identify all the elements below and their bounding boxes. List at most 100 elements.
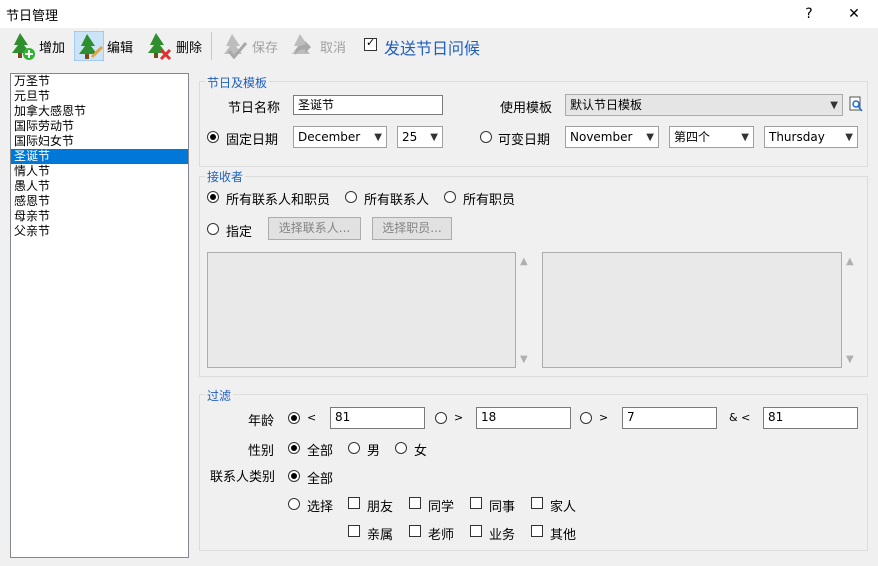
save-icon	[224, 34, 248, 60]
fixed-month-select[interactable]: December ▼	[293, 126, 387, 148]
contacts-list-box[interactable]	[207, 252, 516, 368]
gender-male-radio[interactable]	[348, 442, 360, 454]
holiday-template-title: 节日及模板	[205, 74, 270, 91]
type-colleague-checkbox[interactable]	[470, 497, 482, 509]
save-button[interactable]: 保存	[219, 30, 278, 62]
age-lt-radio[interactable]	[288, 412, 300, 424]
cancel-label: 取消	[320, 40, 347, 56]
template-select[interactable]: 默认节日模板 ▼	[565, 94, 843, 116]
gender-female-radio[interactable]	[395, 442, 407, 454]
holiday-list[interactable]: 万圣节 元旦节 加拿大感恩节 国际劳动节 国际妇女节 圣诞节 情人节 愚人节 感…	[10, 73, 189, 558]
chevron-down-icon: ▼	[830, 100, 838, 111]
age-range-and-lt-symbol: & <	[729, 411, 751, 424]
age-lt-input[interactable]: 81	[330, 407, 425, 429]
age-lt-symbol: <	[307, 411, 317, 424]
scroll-down-icon[interactable]: ▼	[846, 354, 854, 365]
holiday-name-input[interactable]: 圣诞节	[293, 95, 443, 115]
type-other-checkbox[interactable]	[531, 525, 543, 537]
all-contacts-radio[interactable]	[345, 191, 357, 203]
fixed-date-radio[interactable]	[207, 131, 219, 143]
gender-male-label: 男	[367, 444, 381, 459]
var-weekday-select[interactable]: Thursday ▼	[764, 126, 858, 148]
type-family-checkbox[interactable]	[531, 497, 543, 509]
all-contacts-staff-radio[interactable]	[207, 191, 219, 203]
type-classmate-checkbox[interactable]	[409, 497, 421, 509]
save-label: 保存	[252, 40, 279, 56]
holiday-item[interactable]: 愚人节	[11, 179, 188, 194]
gender-all-label: 全部	[307, 444, 334, 459]
var-week-select[interactable]: 第四个 ▼	[669, 126, 754, 148]
holiday-item[interactable]: 父亲节	[11, 224, 188, 239]
var-month-value: November	[570, 130, 633, 144]
type-colleague-label: 同事	[489, 500, 516, 515]
all-contacts-label: 所有联系人	[364, 193, 430, 208]
type-all-radio[interactable]	[288, 470, 300, 482]
chevron-down-icon: ▼	[845, 132, 853, 143]
holiday-item[interactable]: 元旦节	[11, 89, 188, 104]
age-range-min-input[interactable]: 7	[622, 407, 717, 429]
type-business-label: 业务	[489, 528, 516, 543]
age-gt-input[interactable]: 18	[476, 407, 571, 429]
specify-radio[interactable]	[207, 223, 219, 235]
holiday-item[interactable]: 母亲节	[11, 209, 188, 224]
scroll-down-icon[interactable]: ▼	[520, 354, 528, 365]
variable-date-radio[interactable]	[480, 131, 492, 143]
add-button[interactable]: 增加	[6, 30, 65, 62]
contact-type-label: 联系人类别	[210, 470, 276, 485]
type-friend-checkbox[interactable]	[348, 497, 360, 509]
holiday-item[interactable]: 情人节	[11, 164, 188, 179]
delete-tree-icon	[148, 33, 172, 61]
type-business-checkbox[interactable]	[470, 525, 482, 537]
type-teacher-label: 老师	[428, 528, 455, 543]
delete-button[interactable]: 删除	[143, 30, 202, 62]
var-weekday-value: Thursday	[769, 130, 825, 144]
fixed-day-value: 25	[402, 130, 418, 144]
type-other-label: 其他	[550, 528, 577, 543]
template-preview-icon[interactable]	[849, 96, 863, 112]
all-staff-label: 所有职员	[463, 193, 516, 208]
chevron-down-icon: ▼	[646, 132, 654, 143]
age-range-radio[interactable]	[580, 412, 592, 424]
holiday-item[interactable]: 国际劳动节	[11, 119, 188, 134]
type-relative-checkbox[interactable]	[348, 525, 360, 537]
close-button[interactable]: ✕	[841, 4, 867, 24]
cancel-button[interactable]: 取消	[287, 30, 346, 62]
add-label: 增加	[39, 40, 66, 56]
holiday-item-selected[interactable]: 圣诞节	[11, 149, 188, 164]
send-greeting-checkbox[interactable]	[364, 36, 377, 51]
choose-staff-button[interactable]: 选择职员...	[372, 217, 452, 240]
holiday-item[interactable]: 国际妇女节	[11, 134, 188, 149]
age-range-max-input[interactable]: 81	[763, 407, 858, 429]
age-gt-symbol: >	[454, 411, 464, 424]
toolbar-separator	[211, 32, 212, 60]
gender-female-label: 女	[414, 444, 428, 459]
gender-label: 性别	[248, 444, 275, 459]
help-button[interactable]: ?	[796, 4, 822, 24]
variable-date-label: 可变日期	[498, 133, 551, 148]
gender-all-radio[interactable]	[288, 442, 300, 454]
scroll-up-icon[interactable]: ▲	[846, 256, 854, 267]
choose-contacts-button[interactable]: 选择联系人...	[268, 217, 361, 240]
fixed-day-select[interactable]: 25 ▼	[397, 126, 443, 148]
template-label: 使用模板	[500, 101, 553, 116]
holiday-item[interactable]: 感恩节	[11, 194, 188, 209]
fixed-date-label: 固定日期	[226, 133, 279, 148]
var-month-select[interactable]: November ▼	[565, 126, 659, 148]
edit-button[interactable]: 编辑	[74, 30, 133, 62]
fixed-month-value: December	[298, 130, 361, 144]
type-teacher-checkbox[interactable]	[409, 525, 421, 537]
type-select-radio[interactable]	[288, 498, 300, 510]
all-staff-radio[interactable]	[444, 191, 456, 203]
holiday-item[interactable]: 万圣节	[11, 74, 188, 89]
age-gt-radio[interactable]	[435, 412, 447, 424]
type-classmate-label: 同学	[428, 500, 455, 515]
holiday-item[interactable]: 加拿大感恩节	[11, 104, 188, 119]
staff-list-box[interactable]	[542, 252, 842, 368]
type-family-label: 家人	[550, 500, 577, 515]
scroll-up-icon[interactable]: ▲	[520, 256, 528, 267]
edit-label: 编辑	[107, 40, 134, 56]
cancel-icon	[292, 34, 311, 55]
type-friend-label: 朋友	[367, 500, 394, 515]
window-title: 节日管理	[6, 9, 59, 24]
age-label: 年龄	[248, 414, 275, 429]
